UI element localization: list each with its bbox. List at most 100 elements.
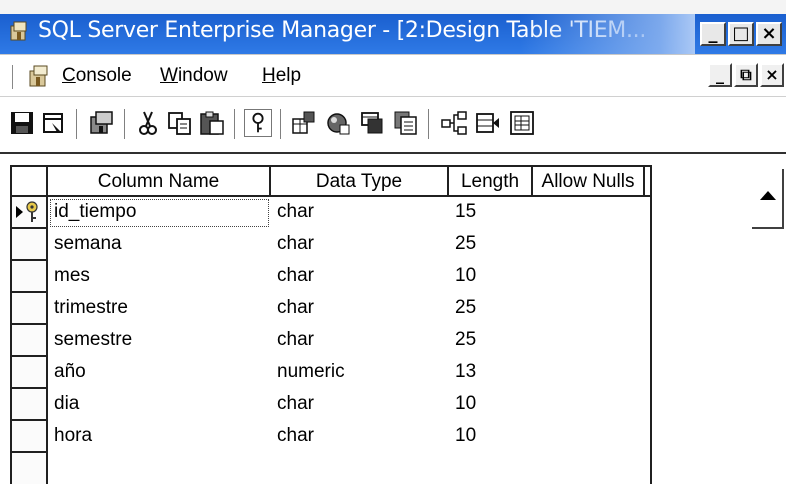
cell-data-type[interactable]: numeric [271, 357, 449, 389]
arrow-up-icon [760, 191, 776, 200]
cell-column-name[interactable]: dia [48, 389, 271, 421]
cell-data-type[interactable]: char [271, 421, 449, 453]
row-selector[interactable] [12, 389, 48, 421]
table-properties-icon[interactable] [508, 109, 536, 137]
paste-icon[interactable] [198, 109, 226, 137]
header-length[interactable]: Length [449, 167, 533, 197]
cell-allow-nulls[interactable] [533, 293, 645, 325]
table-row[interactable]: trimestre char 25 [12, 293, 652, 325]
properties-icon[interactable] [40, 109, 68, 137]
header-corner [12, 167, 48, 197]
cell-column-name[interactable]: semestre [48, 325, 271, 357]
menu-window-accel: W [160, 65, 178, 86]
mdi-restore-button[interactable]: ⧉ [734, 63, 758, 87]
menu-help-label: elp [275, 65, 302, 86]
manage-indexes-icon[interactable] [290, 109, 318, 137]
table-row-new[interactable] [12, 453, 652, 484]
cell-allow-nulls[interactable] [533, 357, 645, 389]
cell-column-name[interactable]: semana [48, 229, 271, 261]
grid-header: Column Name Data Type Length Allow Nulls [12, 165, 652, 197]
cell-data-type[interactable]: char [271, 389, 449, 421]
cell-allow-nulls[interactable] [533, 421, 645, 453]
toolbar-separator [124, 109, 126, 139]
console-icon[interactable] [26, 63, 52, 89]
cell-allow-nulls[interactable] [533, 261, 645, 293]
row-selector[interactable] [12, 229, 48, 261]
cell-column-name[interactable]: trimestre [48, 293, 271, 325]
mdi-minimize-button[interactable]: _ [708, 63, 732, 87]
cell-allow-nulls[interactable] [533, 197, 645, 229]
vertical-scrollbar[interactable] [748, 165, 786, 484]
manage-icon[interactable] [88, 109, 116, 137]
menu-console[interactable]: Console [62, 65, 132, 87]
relationships-icon[interactable] [440, 109, 468, 137]
design-table-grid: Column Name Data Type Length Allow Nulls… [10, 165, 652, 484]
title-overflow-fade [520, 14, 695, 54]
table-row[interactable]: semana char 25 [12, 229, 652, 261]
menu-console-label: onsole [75, 65, 132, 86]
table-row[interactable]: mes char 10 [12, 261, 652, 293]
cell-length[interactable]: 25 [449, 293, 533, 325]
row-selector[interactable] [12, 453, 48, 484]
row-selector[interactable] [12, 357, 48, 389]
row-selector[interactable] [12, 421, 48, 453]
manage-constraints-icon[interactable] [324, 109, 352, 137]
primary-key-icon[interactable] [244, 109, 272, 137]
row-selector[interactable] [12, 293, 48, 325]
cell-length[interactable]: 10 [449, 389, 533, 421]
cell-length[interactable]: 10 [449, 421, 533, 453]
cell-column-name[interactable]: mes [48, 261, 271, 293]
minimize-button[interactable]: _ [700, 22, 726, 46]
cut-icon[interactable] [134, 109, 162, 137]
header-data-type[interactable]: Data Type [271, 167, 449, 197]
enterprise-manager-icon[interactable] [8, 20, 32, 44]
cell-allow-nulls[interactable] [533, 229, 645, 261]
scroll-up-button[interactable] [752, 169, 784, 229]
row-selector[interactable] [12, 325, 48, 357]
cell-length[interactable]: 25 [449, 229, 533, 261]
cell-length[interactable]: 10 [449, 261, 533, 293]
menu-window[interactable]: Window [160, 65, 228, 87]
menu-bar-grip[interactable] [12, 65, 15, 89]
table-row[interactable]: semestre char 25 [12, 325, 652, 357]
menu-console-accel: C [62, 65, 76, 86]
cell-data-type[interactable]: char [271, 325, 449, 357]
cell-data-type[interactable]: char [271, 261, 449, 293]
cell-allow-nulls[interactable] [533, 325, 645, 357]
menu-help[interactable]: Help [262, 65, 301, 87]
cell-column-name[interactable]: id_tiempo [48, 197, 271, 229]
menu-window-label: indow [177, 65, 228, 86]
title-bar-top-edge [0, 0, 786, 14]
save-icon[interactable] [8, 109, 36, 137]
cell-data-type[interactable]: char [271, 293, 449, 325]
table-row[interactable]: id_tiempo char 15 [12, 197, 652, 229]
cell-data-type[interactable]: char [271, 229, 449, 261]
cell-length[interactable]: 25 [449, 325, 533, 357]
table-row[interactable]: hora char 10 [12, 421, 652, 453]
maximize-button[interactable]: □ [728, 22, 754, 46]
cell-data-type[interactable]: char [271, 197, 449, 229]
generate-script-icon[interactable] [392, 109, 420, 137]
cell-column-name[interactable]: hora [48, 421, 271, 453]
menu-help-accel: H [262, 65, 276, 86]
table-row[interactable]: dia char 10 [12, 389, 652, 421]
title-bar[interactable]: SQL Server Enterprise Manager - [2:Desig… [0, 0, 786, 54]
row-selector[interactable] [12, 261, 48, 293]
cell-allow-nulls[interactable] [533, 389, 645, 421]
insert-column-icon[interactable] [474, 109, 502, 137]
cell-column-name[interactable]: año [48, 357, 271, 389]
row-selector[interactable] [12, 197, 48, 229]
mdi-close-button[interactable]: × [760, 63, 784, 87]
toolbar-separator [76, 109, 78, 139]
header-column-name[interactable]: Column Name [48, 167, 271, 197]
table-row[interactable]: año numeric 13 [12, 357, 652, 389]
manage-relationships-icon[interactable] [358, 109, 386, 137]
cell-length[interactable]: 15 [449, 197, 533, 229]
copy-icon[interactable] [166, 109, 194, 137]
toolbar-separator [428, 109, 430, 139]
toolbar-separator [234, 109, 236, 139]
cell-length[interactable]: 13 [449, 357, 533, 389]
header-allow-nulls[interactable]: Allow Nulls [533, 167, 645, 197]
close-button[interactable]: × [756, 22, 782, 46]
toolbar [0, 96, 786, 154]
